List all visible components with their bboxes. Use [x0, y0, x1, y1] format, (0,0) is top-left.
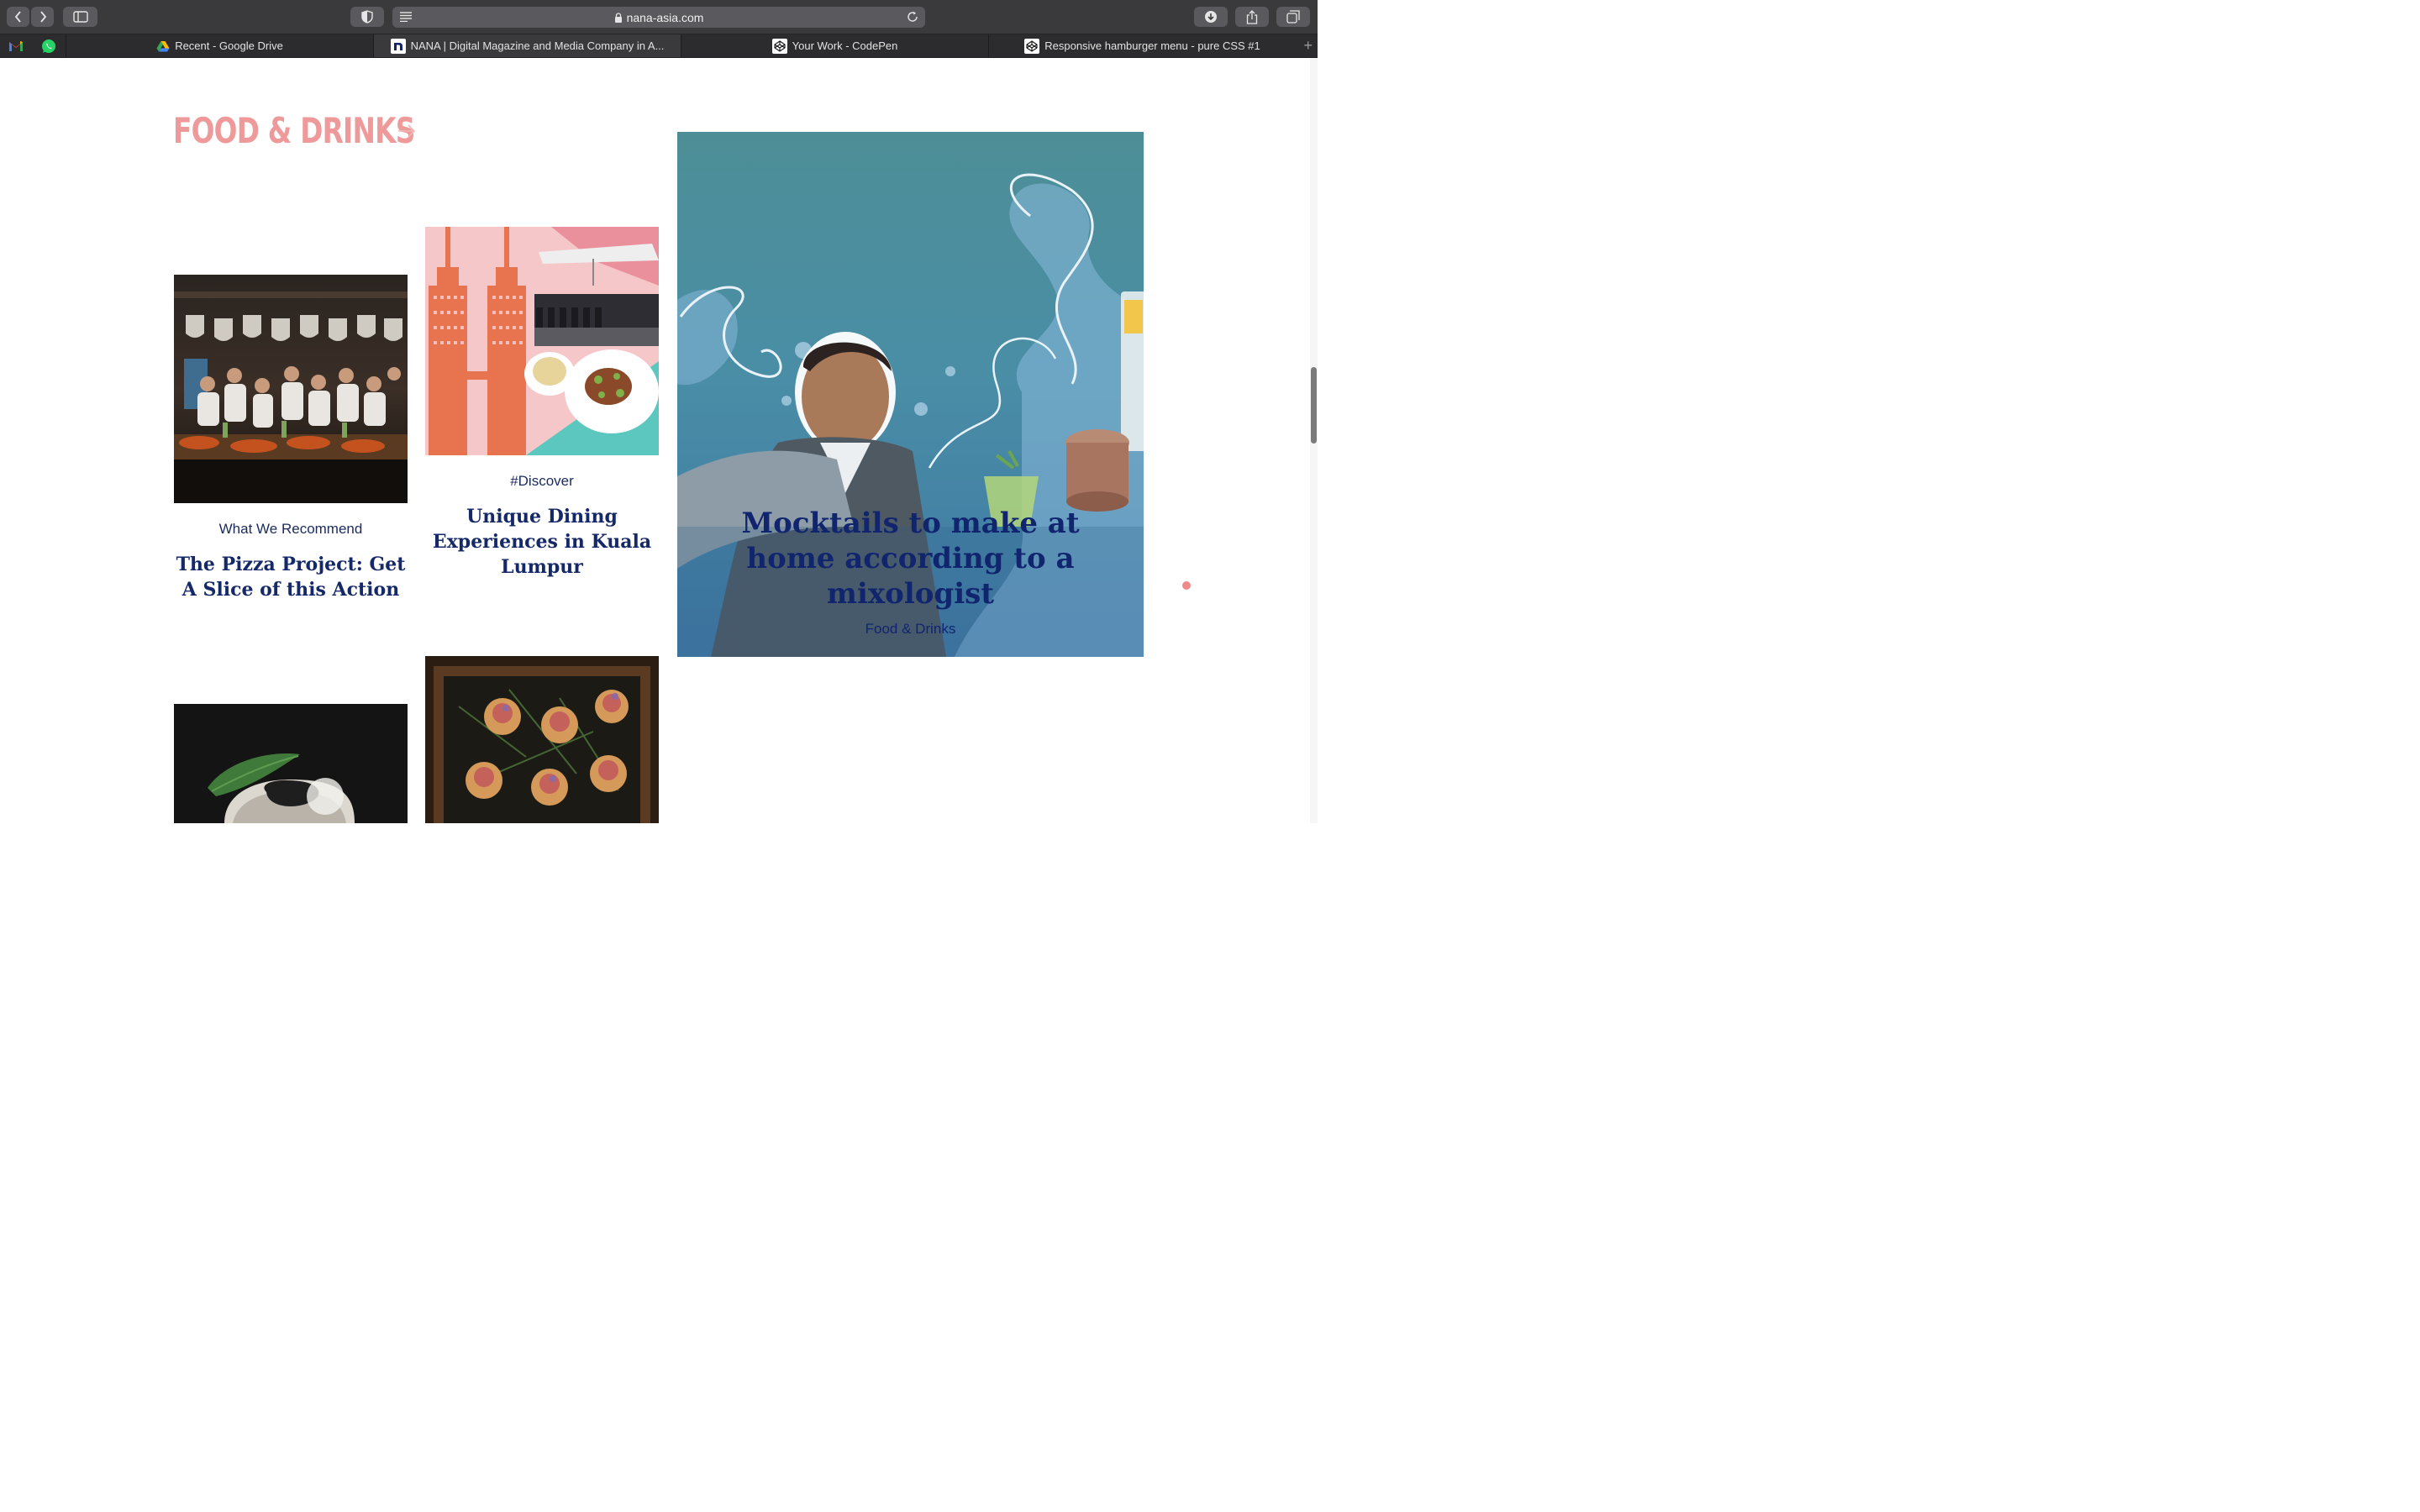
share-icon [1246, 9, 1258, 24]
card-category[interactable]: #Discover [425, 473, 659, 490]
codepen-icon [1024, 38, 1040, 54]
new-tab-button[interactable]: + [1303, 38, 1313, 53]
carousel-dot[interactable] [1182, 581, 1191, 590]
whatsapp-icon[interactable] [40, 38, 57, 55]
tab-label: Your Work - CodePen [792, 39, 898, 52]
back-button[interactable] [7, 7, 29, 27]
google-drive-icon [156, 40, 170, 52]
browser-toolbar: nana-asia.com [0, 0, 1318, 34]
shield-icon [361, 10, 373, 24]
sidebar-toggle-button[interactable] [63, 7, 97, 27]
tab-label: NANA | Digital Magazine and Media Compan… [410, 39, 665, 52]
featured-article[interactable]: Mocktails to make at home according to a… [677, 132, 1144, 657]
feature-category[interactable]: Food & Drinks [677, 621, 1144, 638]
nana-icon [390, 38, 406, 54]
tab-codepen-work[interactable]: Your Work - CodePen [681, 34, 988, 57]
scrollbar-thumb[interactable] [1311, 367, 1317, 444]
chevron-right-icon [39, 11, 46, 23]
tabs-icon [1286, 10, 1300, 24]
card-title[interactable]: Unique Dining Experiences in Kuala Lumpu… [425, 504, 659, 580]
address-bar[interactable]: nana-asia.com [392, 7, 925, 28]
download-icon [1205, 11, 1217, 23]
leaf-dessert-image[interactable] [174, 704, 408, 823]
tab-overview-button[interactable] [1276, 7, 1310, 27]
section-title[interactable]: FOOD & DRINKS [173, 110, 415, 151]
url-text: nana-asia.com [626, 10, 704, 24]
reader-icon [400, 12, 412, 22]
card-category[interactable]: What We Recommend [174, 521, 408, 538]
tab-label: Responsive hamburger menu - pure CSS #1 [1044, 39, 1260, 52]
sidebar-icon [72, 11, 88, 23]
tab-label: Recent - Google Drive [175, 39, 283, 52]
tab-nana[interactable]: NANA | Digital Magazine and Media Compan… [373, 34, 681, 57]
privacy-shield-button[interactable] [350, 7, 384, 27]
chevron-left-icon [14, 11, 21, 23]
tab-bar: Recent - Google Drive NANA | Digital Mag… [0, 34, 1318, 58]
canapes-tray-image[interactable] [425, 656, 659, 823]
forward-button[interactable] [31, 7, 54, 27]
tab-google-drive[interactable]: Recent - Google Drive [66, 34, 373, 57]
gmail-icon[interactable] [8, 38, 24, 55]
lock-icon [614, 12, 622, 23]
downloads-button[interactable] [1194, 7, 1228, 27]
card-title[interactable]: The Pizza Project: Get A Slice of this A… [174, 552, 408, 602]
reload-icon[interactable] [907, 11, 918, 23]
share-button[interactable] [1235, 7, 1269, 27]
kl-dining-image[interactable] [425, 227, 659, 455]
arrow-right-icon[interactable] [397, 123, 417, 139]
pizza-project-image[interactable] [174, 275, 408, 503]
tab-codepen-hamburger[interactable]: Responsive hamburger menu - pure CSS #1 [988, 34, 1296, 57]
feature-title[interactable]: Mocktails to make at home according to a… [694, 506, 1127, 612]
codepen-icon [771, 38, 787, 54]
